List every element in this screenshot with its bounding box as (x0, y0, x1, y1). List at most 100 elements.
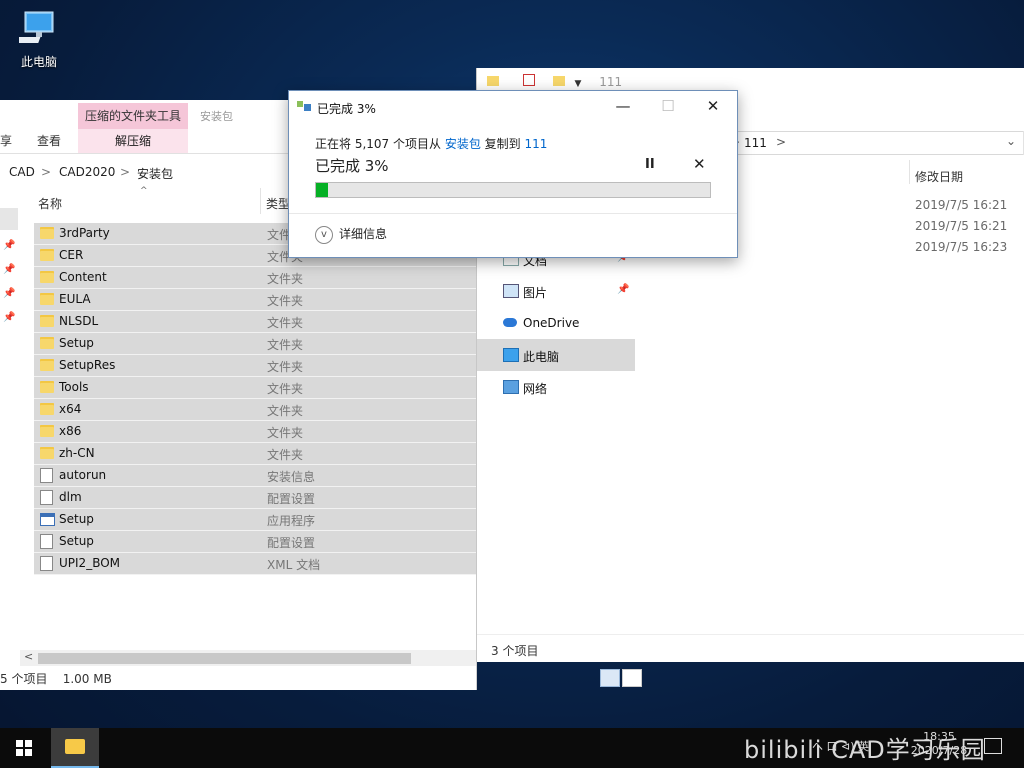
folder-icon[interactable] (487, 76, 499, 86)
settings-file-icon (40, 468, 53, 483)
tab-extract[interactable]: 解压缩 (78, 129, 188, 153)
item-count: 5 个项目 (0, 672, 48, 686)
source-folder-link[interactable]: 安装包 (445, 137, 481, 151)
file-name: EULA (59, 292, 91, 306)
settings-file-icon (40, 534, 53, 549)
column-header-name[interactable]: 名称 (38, 195, 62, 212)
pin-icon: 📌 (3, 312, 16, 323)
divider (289, 213, 737, 214)
destination-folder-link[interactable]: 111 (525, 137, 548, 151)
properties-icon[interactable] (522, 74, 535, 86)
nav-pane-selected-stub[interactable] (0, 208, 18, 230)
chevron-down-icon[interactable]: ⌄ (1006, 134, 1016, 148)
window-title: 111 (599, 75, 623, 89)
folder-icon (40, 447, 54, 459)
list-item[interactable]: EULA 文件夹 (34, 289, 476, 311)
pin-icon: 📌 (3, 240, 16, 251)
file-name: Tools (59, 380, 89, 394)
list-item[interactable]: Tools 文件夹 (34, 377, 476, 399)
copy-icon (297, 101, 311, 111)
maximize-icon: ☐ (661, 97, 675, 115)
computer-icon (16, 11, 54, 43)
this-pc-icon (503, 348, 519, 362)
breadcrumb-item[interactable]: CAD2020 (59, 165, 115, 179)
list-item[interactable]: x64 文件夹 (34, 399, 476, 421)
file-type: 文件夹 (267, 448, 304, 462)
breadcrumb-item[interactable]: CAD (9, 165, 35, 179)
folder-icon (40, 403, 54, 415)
context-folder-name: 安装包 (200, 110, 233, 123)
cancel-icon[interactable]: ✕ (693, 155, 706, 173)
system-tray[interactable]: へ 口 ⊲) 英 (812, 738, 869, 754)
close-icon[interactable]: ✕ (703, 97, 723, 115)
file-type: 文件夹 (267, 272, 304, 286)
tab-share[interactable]: 享 (0, 132, 12, 149)
status-divider (477, 634, 1024, 635)
file-type: 配置设置 (267, 536, 316, 550)
quick-access-toolbar: ▼ 111 (487, 74, 622, 89)
large-icons-view-button[interactable] (622, 669, 642, 687)
copy-mid: 复制到 (484, 137, 521, 151)
details-view-button[interactable] (600, 669, 620, 687)
horizontal-scrollbar[interactable]: < (20, 650, 476, 666)
address-bar[interactable]: :) > 111 > ⌄ (707, 131, 1024, 155)
sort-ascending-icon: ^ (140, 186, 148, 196)
file-explorer-icon (65, 739, 85, 754)
folder-icon (40, 425, 54, 437)
nav-item-onedrive[interactable]: OneDrive (477, 307, 635, 339)
folder-icon (40, 315, 54, 327)
file-type: 文件夹 (267, 404, 304, 418)
settings-file-icon (40, 490, 53, 505)
column-header-date[interactable]: 修改日期 (915, 168, 963, 185)
folder-icon (40, 271, 54, 283)
file-type: 应用程序 (267, 514, 316, 528)
list-item[interactable]: zh-CN 文件夹 (34, 443, 476, 465)
tab-view[interactable]: 查看 (37, 132, 61, 149)
nav-item-network[interactable]: 网络 (477, 371, 635, 403)
file-type: 文件夹 (267, 360, 304, 374)
view-toggle (598, 667, 644, 689)
this-pc-desktop-icon[interactable]: 此电脑 (14, 8, 64, 70)
nav-label: OneDrive (523, 316, 580, 330)
list-item[interactable]: SetupRes 文件夹 (34, 355, 476, 377)
list-item[interactable]: x86 文件夹 (34, 421, 476, 443)
new-folder-icon[interactable] (552, 76, 565, 86)
list-item[interactable]: Content 文件夹 (34, 267, 476, 289)
network-icon (503, 380, 519, 394)
address-folder[interactable]: 111 (744, 136, 767, 150)
file-name: Setup (59, 336, 94, 350)
more-details-toggle[interactable]: v 详细信息 (315, 225, 387, 244)
file-type: 文件夹 (267, 294, 304, 308)
copy-progress-dialog: 已完成 3% — ☐ ✕ 正在将 5,107 个项目从 安装包 复制到 111 … (288, 90, 738, 258)
scroll-thumb[interactable] (38, 653, 411, 664)
modified-date: 2019/7/5 16:21 (915, 198, 1008, 212)
windows-start-icon[interactable] (16, 740, 32, 756)
scroll-left-icon[interactable]: < (24, 650, 33, 663)
clock[interactable]: 18:35 2020/7/28 (904, 730, 974, 758)
file-name: Setup (59, 512, 94, 526)
pin-icon[interactable]: 📌 (617, 284, 629, 295)
list-item[interactable]: Setup 文件夹 (34, 333, 476, 355)
column-divider[interactable] (909, 160, 910, 184)
nav-item-this-pc[interactable]: 此电脑 (477, 339, 635, 371)
list-item[interactable]: NLSDL 文件夹 (34, 311, 476, 333)
notification-icon[interactable] (984, 738, 1002, 754)
list-item[interactable]: Setup 应用程序 (34, 509, 476, 531)
column-header-type[interactable]: 类型 (266, 195, 290, 212)
file-name: CER (59, 248, 84, 262)
column-divider[interactable] (260, 188, 261, 214)
nav-item-pictures[interactable]: 图片 📌 (477, 275, 635, 307)
nav-label: 网络 (523, 382, 548, 396)
taskbar-file-explorer[interactable] (51, 728, 99, 768)
list-item[interactable]: autorun 安装信息 (34, 465, 476, 487)
pause-icon[interactable]: II (645, 157, 655, 172)
minimize-icon[interactable]: — (613, 97, 633, 115)
breadcrumb-item[interactable]: 安装包 (137, 165, 173, 182)
list-item[interactable]: dlm 配置设置 (34, 487, 476, 509)
list-item[interactable]: Setup 配置设置 (34, 531, 476, 553)
list-item[interactable]: UPI2_BOM XML 文档 (34, 553, 476, 575)
chevron-down-icon: v (315, 225, 333, 244)
pin-icon: 📌 (3, 264, 16, 275)
chevron-down-icon[interactable]: ▼ (574, 79, 581, 89)
copy-description: 正在将 5,107 个项目从 安装包 复制到 111 (315, 135, 547, 152)
